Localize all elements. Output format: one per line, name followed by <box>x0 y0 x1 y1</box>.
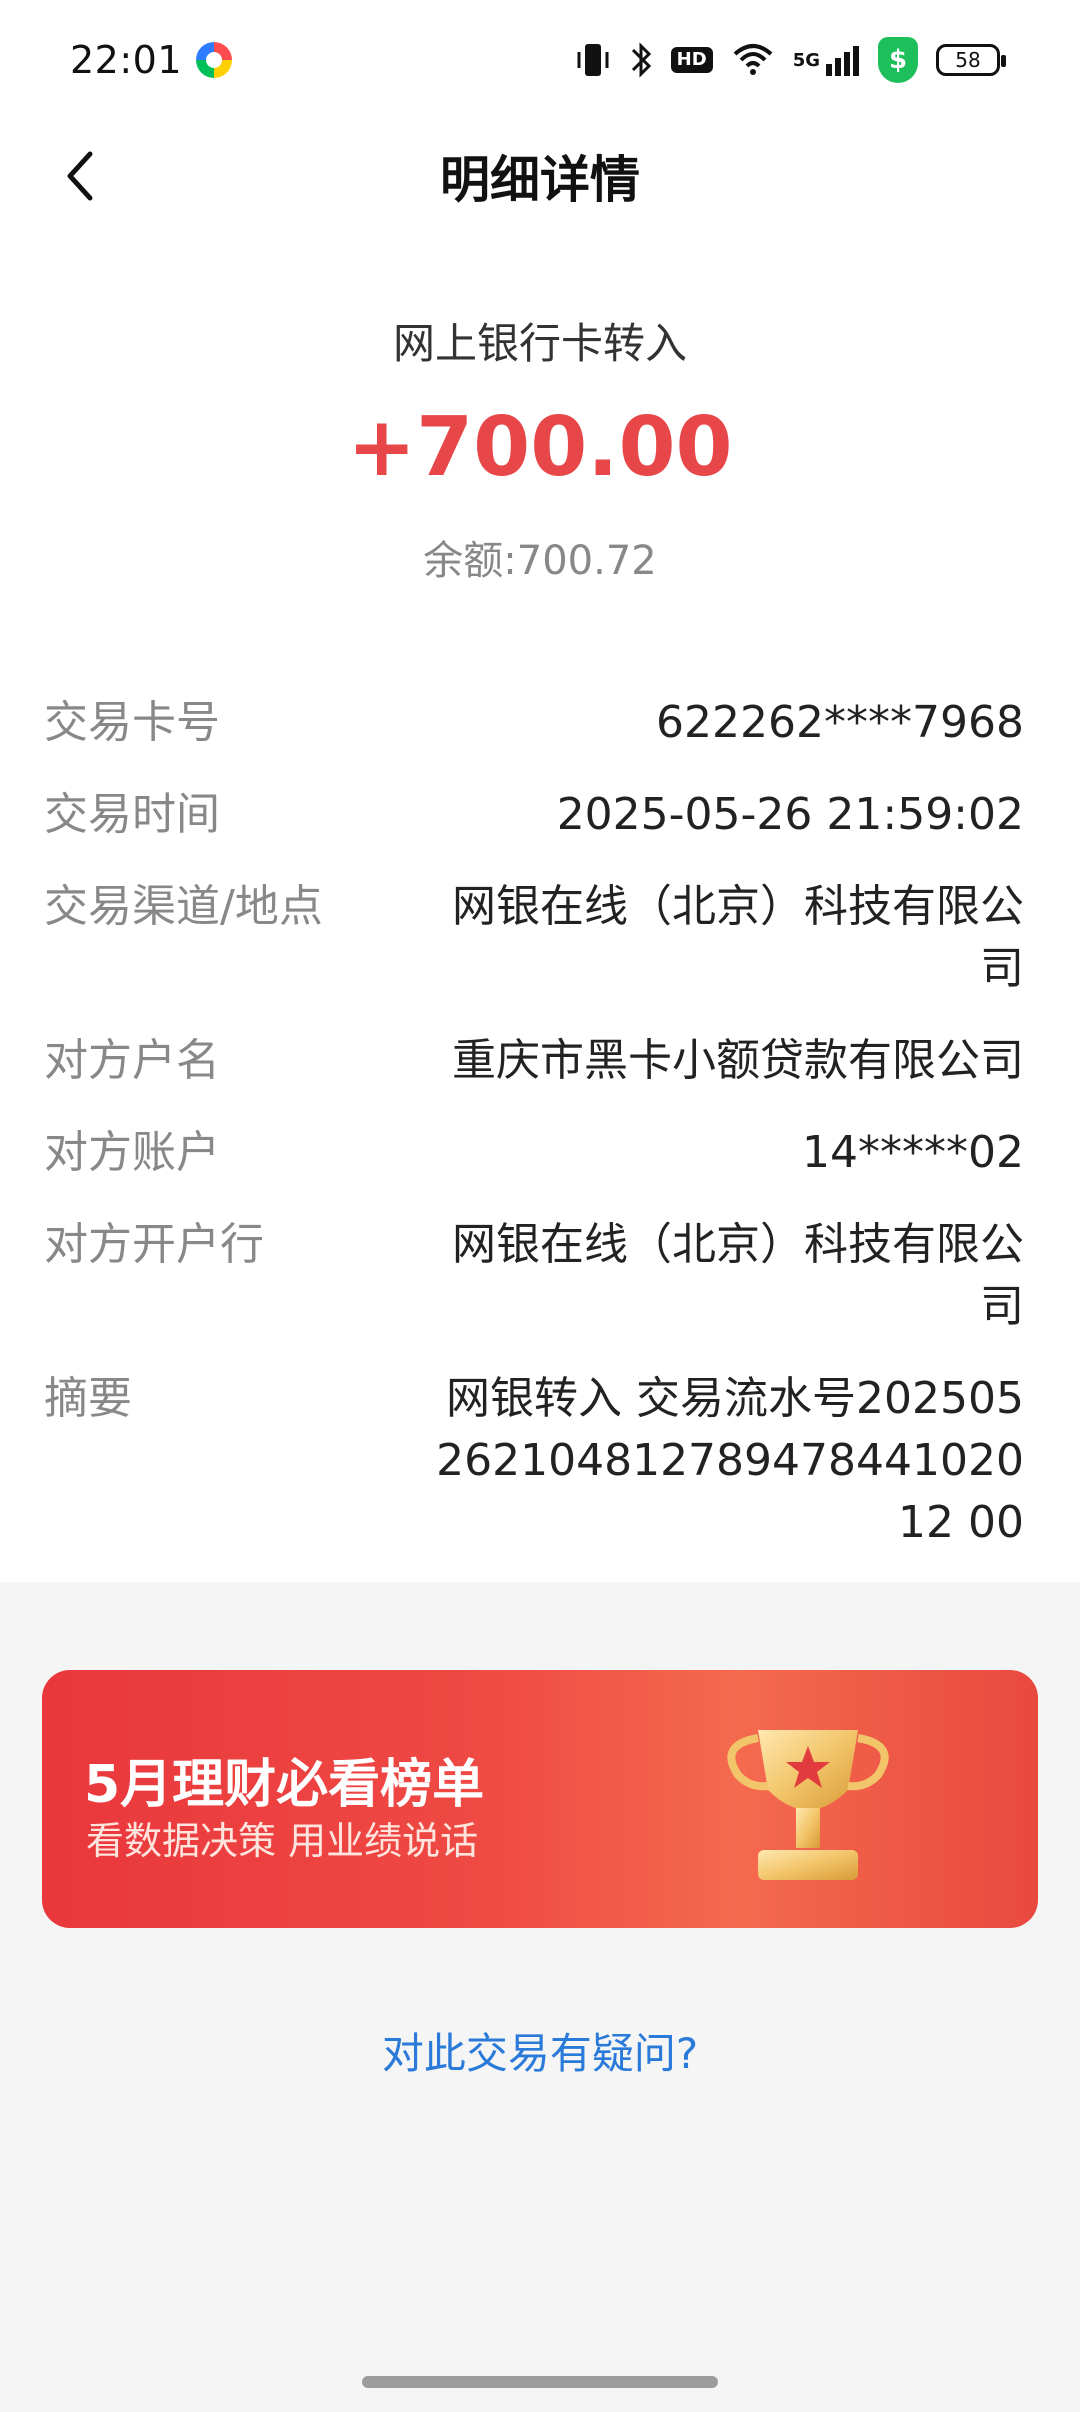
detail-label: 对方账户 <box>44 1127 220 1178</box>
banner-title: 5月理财必看榜单 <box>84 1755 485 1815</box>
detail-rows: 交易卡号 622262****7968 交易时间 2025-05-26 21:5… <box>44 692 1024 1584</box>
page-title: 明细详情 <box>440 151 640 209</box>
detail-row-channel: 交易渠道/地点 网银在线（北京）科技有限公司 <box>44 876 1024 1000</box>
detail-row-time: 交易时间 2025-05-26 21:59:02 <box>44 784 1024 846</box>
transaction-type: 网上银行卡转入 <box>392 319 687 368</box>
bluetooth-icon <box>629 40 653 80</box>
detail-row-card: 交易卡号 622262****7968 <box>44 692 1024 754</box>
header: 明细详情 <box>0 120 1080 234</box>
wifi-icon <box>731 40 775 80</box>
detail-row-summary: 摘要 网银转入 交易流水号202505262104812789478441020… <box>44 1368 1024 1554</box>
detail-label: 摘要 <box>44 1373 132 1424</box>
detail-value: 14*****02 <box>802 1127 1024 1178</box>
app-notification-icon <box>196 42 232 78</box>
battery-indicator: 58 <box>936 44 1006 76</box>
transaction-detail: 网上银行卡转入 +700.00 余额:700.72 交易卡号 622262***… <box>0 232 1080 1582</box>
banner-subtitle: 看数据决策 用业绩说话 <box>86 1819 479 1863</box>
detail-value: 网银在线（北京）科技有限公司 <box>452 1219 1024 1332</box>
detail-row-counterparty-name: 对方户名 重庆市黑卡小额贷款有限公司 <box>44 1030 1024 1092</box>
promo-banner[interactable]: 5月理财必看榜单 看数据决策 用业绩说话 <box>42 1670 1038 1928</box>
detail-label: 交易卡号 <box>44 697 220 748</box>
signal-icon: 5G <box>793 42 860 78</box>
detail-row-counterparty-account: 对方账户 14*****02 <box>44 1122 1024 1184</box>
transaction-question-link[interactable]: 对此交易有疑问? <box>0 2020 1080 2081</box>
detail-value: 622262****7968 <box>656 697 1024 748</box>
vibrate-icon <box>575 40 611 80</box>
status-bar: 22:01 HD 5G $ 58 <box>0 0 1080 120</box>
detail-label: 交易时间 <box>44 789 220 840</box>
detail-label: 交易渠道/地点 <box>44 881 323 932</box>
security-shield-icon: $ <box>878 37 918 83</box>
detail-label: 对方开户行 <box>44 1219 264 1270</box>
trophy-icon <box>727 1730 889 1880</box>
detail-value: 网银转入 交易流水号20250526210481278947844102012 … <box>436 1373 1024 1548</box>
home-indicator[interactable] <box>362 2376 718 2388</box>
detail-value: 2025-05-26 21:59:02 <box>556 789 1024 840</box>
status-time: 22:01 <box>70 38 183 82</box>
account-balance: 余额:700.72 <box>423 538 657 584</box>
detail-value: 网银在线（北京）科技有限公司 <box>452 881 1024 994</box>
detail-row-counterparty-bank: 对方开户行 网银在线（北京）科技有限公司 <box>44 1214 1024 1338</box>
detail-label: 对方户名 <box>44 1035 220 1086</box>
network-type: 5G <box>792 49 820 71</box>
status-icons: HD 5G $ 58 <box>575 36 1006 84</box>
hd-badge: HD <box>670 47 713 73</box>
detail-value: 重庆市黑卡小额贷款有限公司 <box>452 1035 1024 1086</box>
transaction-amount: +700.00 <box>347 400 733 495</box>
